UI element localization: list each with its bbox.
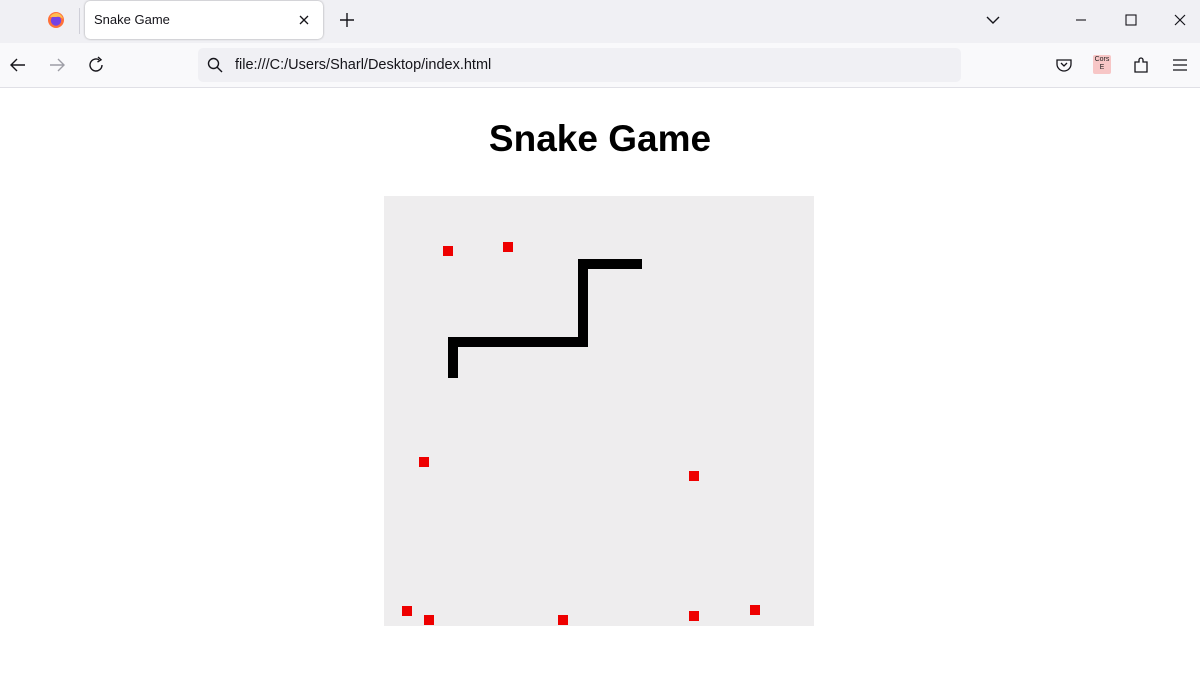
food-item [424, 615, 434, 625]
extensions-puzzle-icon[interactable] [1130, 54, 1152, 76]
address-bar[interactable]: file:///C:/Users/Sharl/Desktop/index.htm… [198, 48, 961, 82]
food-item [750, 605, 760, 615]
tab-snake-game[interactable]: Snake Game [85, 1, 323, 39]
food-item [689, 611, 699, 621]
maximize-icon[interactable] [1120, 9, 1142, 31]
tab-strip: Snake Game [0, 0, 1200, 43]
cors-extension-icon[interactable]: Cors E [1093, 55, 1111, 74]
game-canvas [402, 242, 760, 625]
forward-arrow-icon[interactable] [46, 54, 68, 76]
food-item [402, 606, 412, 616]
page-title: Snake Game [488, 118, 712, 159]
snake-body [448, 259, 642, 378]
close-tab-icon[interactable] [295, 11, 313, 29]
food-item [689, 471, 699, 481]
pocket-icon[interactable] [1053, 54, 1075, 76]
food-item [503, 242, 513, 252]
new-tab-icon[interactable] [336, 9, 358, 31]
firefox-icon[interactable] [47, 11, 65, 29]
extension-badge-line: E [1099, 64, 1105, 71]
food-item [558, 615, 568, 625]
close-window-icon[interactable] [1169, 9, 1191, 31]
url-text: file:///C:/Users/Sharl/Desktop/index.htm… [235, 57, 492, 73]
chevron-down-icon[interactable] [983, 10, 1003, 30]
extension-badge-line: Cors [1094, 56, 1110, 63]
navigation-bar: file:///C:/Users/Sharl/Desktop/index.htm… [0, 43, 1200, 88]
food-item [419, 457, 429, 467]
tab-separator [79, 8, 80, 34]
search-icon [207, 57, 223, 73]
minimize-icon[interactable] [1070, 9, 1092, 31]
food-item [443, 246, 453, 256]
hamburger-menu-icon[interactable] [1169, 54, 1191, 76]
tab-title: Snake Game [94, 12, 170, 27]
game-board[interactable] [384, 196, 814, 626]
reload-icon[interactable] [85, 54, 107, 76]
back-arrow-icon[interactable] [7, 54, 29, 76]
